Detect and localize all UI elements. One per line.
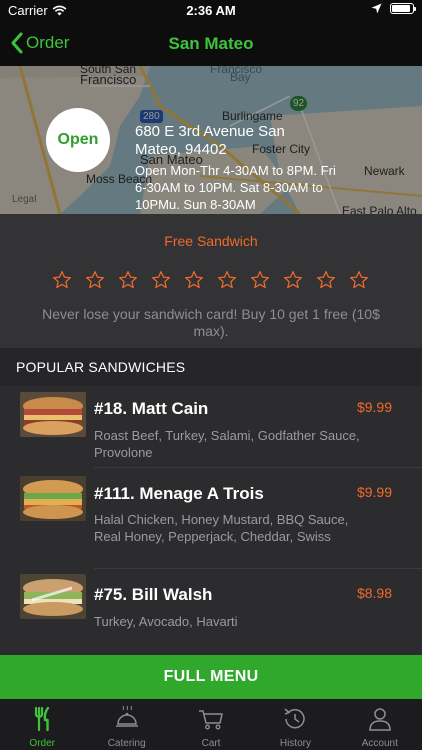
battery-icon [390,3,416,14]
tab-label: Catering [107,738,146,749]
loyalty-star-icon [317,271,335,289]
loyalty-star-icon [86,271,104,289]
cloche-icon [115,705,138,727]
store-map[interactable]: South San Francisco Francisco Bay Burlin… [0,66,422,214]
open-status-badge: Open [46,108,110,172]
status-bar: Carrier 2:36 AM [0,0,422,22]
sandwich-list: #18. Matt Cain $9.99 Roast Beef, Turkey,… [0,386,422,643]
sandwich-name: #75. Bill Walsh [94,585,213,604]
loyalty-note: Never lose your sandwich card! Buy 10 ge… [42,306,380,339]
status-time: 2:36 AM [186,3,236,18]
sandwich-description: Halal Chicken, Honey Mustard, BBQ Sauce,… [94,512,349,544]
loyalty-star-icon [218,271,236,289]
history-clock-icon [284,708,306,729]
nav-bar: Order San Mateo [0,22,422,66]
loyalty-star-icon [251,271,269,289]
back-label: Order [26,33,70,52]
sandwich-thumbnail [20,392,86,437]
tab-order[interactable]: Order [0,699,84,750]
loyalty-star-icon [119,271,137,289]
tab-bar: Order Catering Cart History Account [0,699,422,750]
list-item[interactable]: #18. Matt Cain $9.99 Roast Beef, Turkey,… [0,386,422,468]
tab-catering[interactable]: Catering [84,699,168,750]
loyalty-card: Free Sandwich Never lose your sandwich c… [0,214,422,348]
store-address: 680 E 3rd Avenue San Mateo, 94402 [135,123,285,158]
sandwich-price: $9.99 [356,399,392,415]
sandwich-description: Roast Beef, Turkey, Salami, Godfather Sa… [94,428,360,460]
sandwich-name: #111. Menage A Trois [94,484,264,503]
list-item[interactable]: #75. Bill Walsh $8.98 Turkey, Avocado, H… [0,569,422,643]
section-header: POPULAR SANDWICHES [0,348,422,386]
tab-cart[interactable]: Cart [169,699,253,750]
map-legal-link[interactable]: Legal [12,194,36,205]
fork-knife-icon [35,706,50,732]
loyalty-star-icon [185,271,203,289]
free-sandwich-title: Free Sandwich [164,233,258,249]
back-button[interactable]: Order [10,32,69,54]
sandwich-thumbnail [20,476,86,521]
store-hours: Open Mon-Thr 4-30AM to 8PM. Fri 6-30AM t… [135,163,336,212]
tab-history[interactable]: History [253,699,337,750]
sandwich-thumbnail [20,574,86,619]
loyalty-star-icon [350,271,368,289]
sandwich-price: $8.98 [356,585,392,601]
tab-label: History [279,738,311,749]
sandwich-description: Turkey, Avocado, Havarti [94,614,238,629]
section-title: POPULAR SANDWICHES [16,359,186,375]
tab-label: Order [29,738,55,749]
loyalty-star-icon [284,271,302,289]
tab-account[interactable]: Account [338,699,422,750]
chevron-left-icon [11,32,23,54]
list-item[interactable]: #111. Menage A Trois $9.99 Halal Chicken… [0,468,422,569]
full-menu-button[interactable]: FULL MENU [0,655,422,699]
person-icon [369,708,391,731]
sandwich-name: #18. Matt Cain [94,399,209,418]
sandwich-price: $9.99 [356,484,392,500]
loyalty-star-icon [152,271,170,289]
location-arrow-icon [371,3,382,14]
tab-label: Cart [201,738,221,749]
tab-label: Account [361,738,398,749]
loyalty-stars [52,270,369,290]
loyalty-star-icon [53,271,71,289]
cart-icon [199,710,223,730]
